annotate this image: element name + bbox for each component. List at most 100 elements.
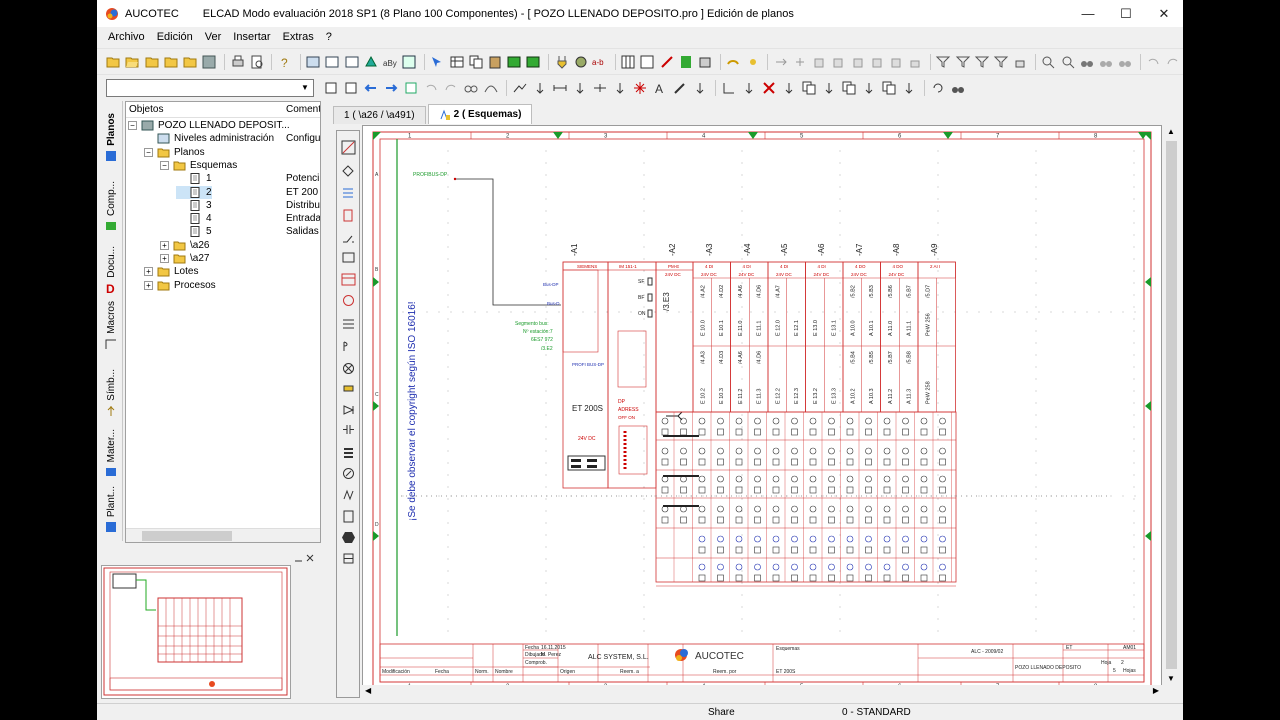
terminal-connector[interactable] [661, 417, 669, 425]
menu-archivo[interactable]: Archivo [102, 31, 151, 43]
insert-arrow6-icon[interactable] [780, 79, 798, 97]
hexagon-tool-icon[interactable] [340, 529, 357, 546]
terminal-connector[interactable] [735, 505, 743, 513]
terminal-connector[interactable] [680, 447, 687, 455]
terminal-connector[interactable] [865, 505, 872, 513]
tree-item[interactable]: + \a26 [160, 239, 209, 252]
terminal-connector[interactable] [735, 447, 743, 455]
plug-icon[interactable] [553, 53, 570, 71]
bus-tool-icon[interactable] [340, 185, 357, 202]
lock2-icon[interactable] [1012, 53, 1029, 71]
collapse-icon[interactable]: − [128, 121, 137, 130]
connector-tool-icon[interactable] [340, 550, 357, 567]
menu-insertar[interactable]: Insertar [227, 31, 276, 43]
terminal-connector[interactable] [809, 563, 817, 571]
ab-swap-icon[interactable]: a-b [591, 53, 608, 71]
terminal-connector[interactable] [865, 447, 872, 455]
terminal-connector[interactable] [865, 417, 872, 425]
sheet-props-icon[interactable] [342, 79, 360, 97]
terminal-connector[interactable] [920, 535, 928, 543]
tab-sheet-1[interactable]: 1 ( \a26 / \a491) [333, 106, 426, 124]
module-im151[interactable]: IM 151-1 SF BF ON DP ADRESS OFF ON [607, 261, 657, 489]
binoculars-icon[interactable] [1078, 53, 1095, 71]
measure-icon[interactable] [720, 79, 738, 97]
terminal-connector[interactable] [883, 535, 891, 543]
tab-documentos[interactable]: Docu... D [99, 246, 123, 295]
tree-item[interactable]: 5 Salidas [176, 225, 319, 238]
terminal-connector[interactable] [809, 417, 817, 425]
terminal-connector[interactable] [772, 417, 780, 425]
next-sheet-icon[interactable] [382, 79, 400, 97]
sun-icon[interactable] [744, 53, 761, 71]
tree-item[interactable]: + \a27 [160, 252, 209, 265]
goto-sheet-icon[interactable] [402, 79, 420, 97]
insert-arrow9-icon[interactable] [900, 79, 918, 97]
tree-item[interactable]: 1 Potenci [176, 172, 319, 185]
terminal-connector[interactable] [846, 505, 854, 513]
link-icon[interactable] [725, 53, 742, 71]
terminal-connector[interactable] [661, 447, 669, 455]
terminal-connector[interactable] [809, 447, 817, 455]
table-icon[interactable] [448, 53, 465, 71]
insert-arrow7-icon[interactable] [820, 79, 838, 97]
collapse-icon[interactable]: − [160, 160, 169, 170]
terminal-connector[interactable] [754, 475, 761, 483]
terminal-connector[interactable] [920, 563, 928, 571]
tree-item[interactable]: − Planos [144, 146, 205, 159]
terminal-connector[interactable] [698, 447, 706, 455]
insert-arrow2-icon[interactable] [571, 79, 589, 97]
new-icon[interactable] [105, 53, 122, 71]
tab-componentes[interactable]: Comp... [99, 181, 123, 233]
terminal-connector[interactable] [754, 417, 761, 425]
terminal-connector[interactable] [902, 417, 909, 425]
terminal-connector[interactable] [698, 505, 706, 513]
minimize-button[interactable]: — [1069, 0, 1107, 27]
tree-item[interactable]: 4 Entrada [176, 212, 320, 225]
zoom-out-icon[interactable] [1059, 53, 1076, 71]
lamp-tool-icon[interactable] [340, 360, 357, 377]
tree-item[interactable]: + Lotes [144, 265, 198, 278]
tree-item[interactable]: − POZO LLENADO DEPOSIT... [128, 119, 290, 132]
frame-icon[interactable] [401, 53, 418, 71]
terminal-connector[interactable] [698, 563, 706, 571]
copy-icon[interactable] [467, 53, 484, 71]
terminal-connector[interactable] [920, 417, 928, 425]
terminal-connector[interactable] [865, 535, 872, 543]
terminal-strip-tool-icon[interactable] [340, 315, 357, 332]
terminal-connector[interactable] [939, 563, 946, 571]
copy-object-icon[interactable] [800, 79, 818, 97]
insert-arrow5-icon[interactable] [740, 79, 758, 97]
folder-new-icon[interactable] [182, 53, 199, 71]
terminal-connector[interactable] [717, 505, 724, 513]
tree-item[interactable]: 3 Distribu [176, 199, 320, 212]
terminal-connector[interactable] [939, 417, 946, 425]
text-aby-icon[interactable]: aBy [381, 53, 398, 71]
terminal-connector[interactable] [939, 447, 946, 455]
filter2-icon[interactable] [954, 53, 971, 71]
tab-plantillas[interactable]: Plant... [99, 486, 123, 534]
find-prev-icon[interactable] [1117, 53, 1134, 71]
schematic-sheet[interactable]: 1122334455667788 ABCD ¡Se debe observar … [363, 126, 1162, 699]
terminal-connector[interactable] [772, 535, 780, 543]
device-box-tool-icon[interactable] [340, 271, 357, 288]
terminal-connector[interactable] [791, 535, 798, 543]
print-preview-icon[interactable] [248, 53, 265, 71]
tree-item[interactable]: 2 ET 200 [176, 185, 318, 199]
canvas-vertical-scrollbar[interactable]: ▲ ▼ [1163, 125, 1180, 685]
view-zoom-icon[interactable] [324, 53, 341, 71]
maximize-button[interactable]: ☐ [1107, 0, 1145, 27]
prev-sheet-icon[interactable] [362, 79, 380, 97]
binoculars2-icon[interactable] [949, 79, 967, 97]
menu-help[interactable]: ? [320, 31, 338, 43]
terminal-connector[interactable] [828, 535, 835, 543]
overview-controls-icon[interactable] [293, 553, 315, 563]
sensor-tool-icon[interactable] [340, 486, 357, 503]
green-block2-icon[interactable] [525, 53, 542, 71]
stack-icon[interactable] [697, 53, 714, 71]
plc-tool-icon[interactable] [340, 508, 357, 525]
chevron-down-icon[interactable]: ▼ [297, 80, 313, 96]
menu-ver[interactable]: Ver [199, 31, 228, 43]
line-icon[interactable] [511, 79, 529, 97]
delete-icon[interactable] [760, 79, 778, 97]
view-sheet-icon[interactable] [304, 53, 321, 71]
